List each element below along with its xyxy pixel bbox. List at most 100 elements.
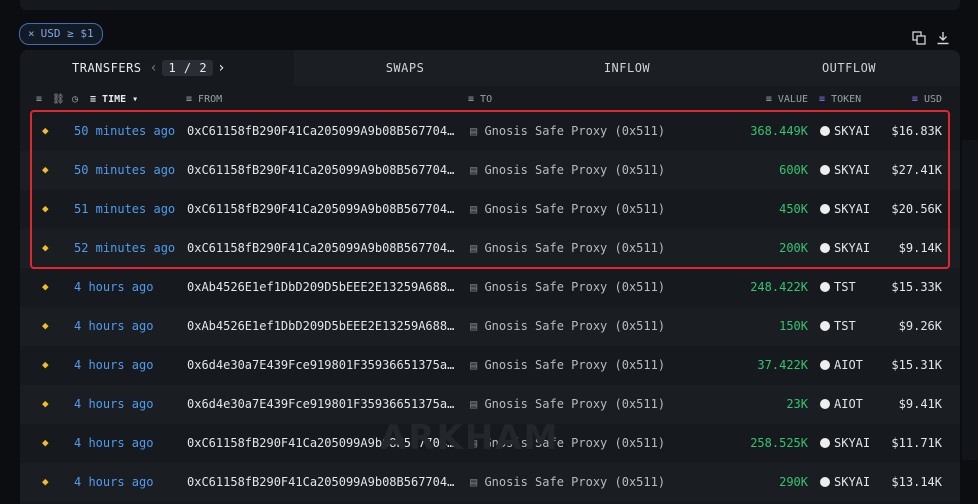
token-link[interactable]: AIOT [820, 358, 863, 372]
time-link[interactable]: 51 minutes ago [74, 202, 175, 216]
from-address[interactable]: 0xC61158fB290F41Ca205099A9b08B567704… [187, 475, 454, 489]
document-icon: ▤ [470, 241, 485, 255]
to-entity[interactable]: ▤ Gnosis Safe Proxy (0x511) [470, 319, 665, 333]
token-link[interactable]: TST [820, 319, 856, 333]
table-row[interactable]: ◆ 4 hours ago 0xAb4526E1ef1DbD209D5bEEE2E1… [20, 307, 960, 346]
value-amount: 258.525K [750, 436, 808, 450]
document-icon: ▤ [470, 280, 485, 294]
usd-filter-chip[interactable]: × USD ≥ $1 [19, 23, 103, 45]
from-address[interactable]: 0x6d4e30a7E439Fce919801F35936651375a… [187, 358, 454, 372]
token-column-header[interactable]: ≡ TOKEN [819, 94, 861, 105]
token-icon [820, 360, 830, 370]
from-address[interactable]: 0xAb4526E1ef1DbD209D5bEEE2E13259A688… [187, 319, 454, 333]
document-icon: ▤ [470, 163, 485, 177]
value-amount: 600K [779, 163, 808, 177]
tab-outflow[interactable]: OUTFLOW [738, 50, 960, 86]
column-headers: ≡ ⛓ ◷ ≡ TIME ▾ ≡ FROM ≡ TO ≡ VALUE ≡ TOK… [20, 86, 960, 112]
table-row[interactable]: ◆ 52 minutes ago 0xC61158fB290F41Ca205099A… [20, 229, 960, 268]
clock-icon[interactable]: ◷ [72, 94, 78, 105]
to-entity[interactable]: ▤ Gnosis Safe Proxy (0x511) [470, 202, 665, 216]
value-amount: 290K [779, 475, 808, 489]
time-link[interactable]: 50 minutes ago [74, 163, 175, 177]
value-column-header[interactable]: ≡ VALUE [766, 94, 808, 105]
bnb-chain-icon: ◆ [42, 436, 49, 449]
to-column-header[interactable]: ≡ TO [468, 94, 492, 105]
bnb-chain-icon: ◆ [42, 202, 49, 215]
time-link[interactable]: 4 hours ago [74, 280, 153, 294]
from-address[interactable]: 0xC61158fB290F41Ca205099A9b08B567704… [187, 202, 454, 216]
token-icon [820, 438, 830, 448]
to-entity[interactable]: ▤ Gnosis Safe Proxy (0x511) [470, 280, 665, 294]
tab-transfers[interactable]: TRANSFERS ‹ 1 / 2 › [20, 50, 294, 86]
to-entity[interactable]: ▤ Gnosis Safe Proxy (0x511) [470, 397, 665, 411]
from-address[interactable]: 0x6d4e30a7E439Fce919801F35936651375a… [187, 397, 454, 411]
time-column-header[interactable]: ≡ TIME ▾ [90, 94, 138, 105]
tab-transfers-label: TRANSFERS [72, 61, 142, 75]
time-link[interactable]: 52 minutes ago [74, 241, 175, 255]
to-entity[interactable]: ▤ Gnosis Safe Proxy (0x511) [470, 358, 665, 372]
document-icon: ▤ [470, 475, 485, 489]
link-icon[interactable]: ⛓ [52, 94, 65, 105]
usd-amount: $9.26K [898, 319, 942, 333]
document-icon: ▤ [470, 124, 485, 138]
token-link[interactable]: AIOT [820, 397, 863, 411]
table-row[interactable]: ◆ 4 hours ago 0xC61158fB290F41Ca205099A9b0… [20, 463, 960, 502]
document-icon: ▤ [470, 358, 485, 372]
table-row[interactable]: ◆ 4 hours ago 0xAb4526E1ef1DbD209D5bEEE2E1… [20, 268, 960, 307]
token-link[interactable]: SKYAI [820, 124, 870, 138]
from-address[interactable]: 0xC61158fB290F41Ca205099A9b08B567704… [187, 241, 454, 255]
from-address[interactable]: 0xAb4526E1ef1DbD209D5bEEE2E13259A688… [187, 280, 454, 294]
to-entity[interactable]: ▤ Gnosis Safe Proxy (0x511) [470, 475, 665, 489]
usd-amount: $11.71K [891, 436, 942, 450]
table-actions [912, 30, 950, 45]
chevron-left-icon[interactable]: ‹ [150, 60, 159, 76]
token-icon [820, 321, 830, 331]
copy-icon[interactable] [912, 30, 926, 45]
tab-inflow[interactable]: INFLOW [516, 50, 738, 86]
tab-bar: TRANSFERS ‹ 1 / 2 › SWAPS INFLOW OUTFLOW [20, 50, 960, 86]
token-link[interactable]: TST [820, 280, 856, 294]
close-icon[interactable]: × [28, 24, 35, 44]
download-icon[interactable] [936, 30, 950, 45]
token-link[interactable]: SKYAI [820, 202, 870, 216]
from-column-header[interactable]: ≡ FROM [186, 94, 222, 105]
token-link[interactable]: SKYAI [820, 163, 870, 177]
document-icon: ▤ [470, 319, 485, 333]
table-row[interactable]: ◆ 4 hours ago 0x6d4e30a7E439Fce919801F3593… [20, 346, 960, 385]
value-amount: 150K [779, 319, 808, 333]
filter-icon[interactable]: ≡ [36, 94, 42, 105]
bnb-chain-icon: ◆ [42, 241, 49, 254]
time-link[interactable]: 4 hours ago [74, 436, 153, 450]
token-link[interactable]: SKYAI [820, 475, 870, 489]
table-row[interactable]: ◆ 50 minutes ago 0xC61158fB290F41Ca205099A… [20, 151, 960, 190]
token-link[interactable]: SKYAI [820, 241, 870, 255]
from-address[interactable]: 0xC61158fB290F41Ca205099A9b08B567704… [187, 124, 454, 138]
value-amount: 37.422K [757, 358, 808, 372]
to-entity[interactable]: ▤ Gnosis Safe Proxy (0x511) [470, 241, 665, 255]
token-icon [820, 399, 830, 409]
table-row[interactable]: ◆ 51 minutes ago 0xC61158fB290F41Ca205099A… [20, 190, 960, 229]
to-entity[interactable]: ▤ Gnosis Safe Proxy (0x511) [470, 124, 665, 138]
usd-amount: $15.33K [891, 280, 942, 294]
usd-amount: $9.41K [898, 397, 942, 411]
chevron-right-icon[interactable]: › [217, 60, 226, 76]
token-icon [820, 243, 830, 253]
value-amount: 248.422K [750, 280, 808, 294]
token-link[interactable]: SKYAI [820, 436, 870, 450]
time-link[interactable]: 4 hours ago [74, 319, 153, 333]
bnb-chain-icon: ◆ [42, 475, 49, 488]
to-entity[interactable]: ▤ Gnosis Safe Proxy (0x511) [470, 163, 665, 177]
time-link[interactable]: 4 hours ago [74, 475, 153, 489]
tab-swaps[interactable]: SWAPS [294, 50, 516, 86]
usd-column-header[interactable]: ≡ USD [912, 94, 942, 105]
page-indicator: 1 / 2 [162, 60, 214, 76]
from-address[interactable]: 0xC61158fB290F41Ca205099A9b08B567704… [187, 163, 454, 177]
usd-amount: $13.14K [891, 475, 942, 489]
side-edge [962, 140, 978, 460]
value-amount: 23K [786, 397, 808, 411]
time-link[interactable]: 4 hours ago [74, 397, 153, 411]
time-link[interactable]: 4 hours ago [74, 358, 153, 372]
time-link[interactable]: 50 minutes ago [74, 124, 175, 138]
usd-amount: $20.56K [891, 202, 942, 216]
table-row[interactable]: ◆ 50 minutes ago 0xC61158fB290F41Ca205099A… [20, 112, 960, 151]
